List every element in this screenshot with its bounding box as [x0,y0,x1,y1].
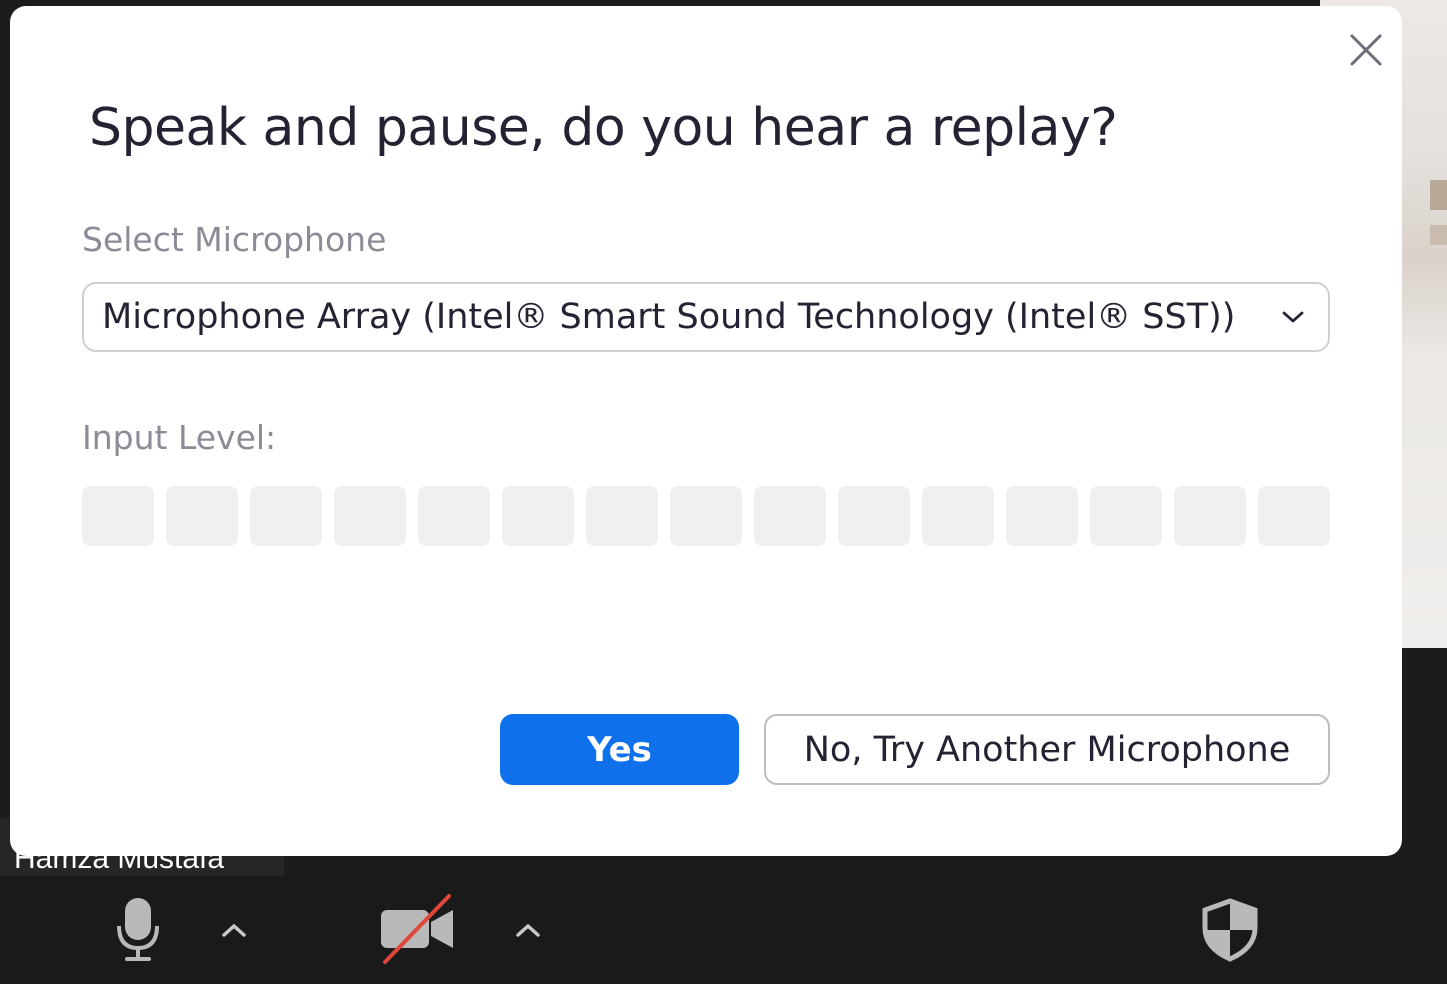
video-off-icon [381,894,453,964]
chevron-up-icon [222,924,246,937]
input-level-label: Input Level: [82,418,277,457]
video-detail [1430,180,1447,210]
input-level-segment [670,486,742,546]
input-level-segment [754,486,826,546]
input-level-segment [838,486,910,546]
mute-button[interactable] [100,876,176,984]
input-level-segment [1174,486,1246,546]
security-button[interactable] [1196,876,1264,984]
input-level-segment [1006,486,1078,546]
input-level-segment [1258,486,1330,546]
close-icon [1350,34,1382,66]
input-level-segment [418,486,490,546]
input-level-segment [250,486,322,546]
microphone-select[interactable]: Microphone Array (Intel® Smart Sound Tec… [82,282,1330,352]
video-detail [1430,225,1447,245]
audio-test-dialog: Speak and pause, do you hear a replay? S… [10,6,1402,856]
input-level-segment [82,486,154,546]
close-button[interactable] [1344,28,1388,72]
input-level-meter [82,486,1332,546]
dialog-title: Speak and pause, do you hear a replay? [89,98,1118,158]
input-level-segment [586,486,658,546]
select-microphone-label: Select Microphone [82,220,387,259]
chevron-down-icon [1258,310,1328,324]
input-level-segment [334,486,406,546]
try-another-microphone-button[interactable]: No, Try Another Microphone [764,714,1330,785]
chevron-up-icon [516,924,540,937]
video-options-button[interactable] [508,876,548,984]
input-level-segment [166,486,238,546]
microphone-icon [117,898,159,961]
security-shield-icon [1202,898,1258,962]
microphone-select-value: Microphone Array (Intel® Smart Sound Tec… [102,297,1236,337]
input-level-segment [502,486,574,546]
start-video-button[interactable] [376,876,458,984]
yes-button[interactable]: Yes [500,714,739,785]
audio-options-button[interactable] [214,876,254,984]
meeting-toolbar [0,876,1447,984]
input-level-segment [1090,486,1162,546]
input-level-segment [922,486,994,546]
